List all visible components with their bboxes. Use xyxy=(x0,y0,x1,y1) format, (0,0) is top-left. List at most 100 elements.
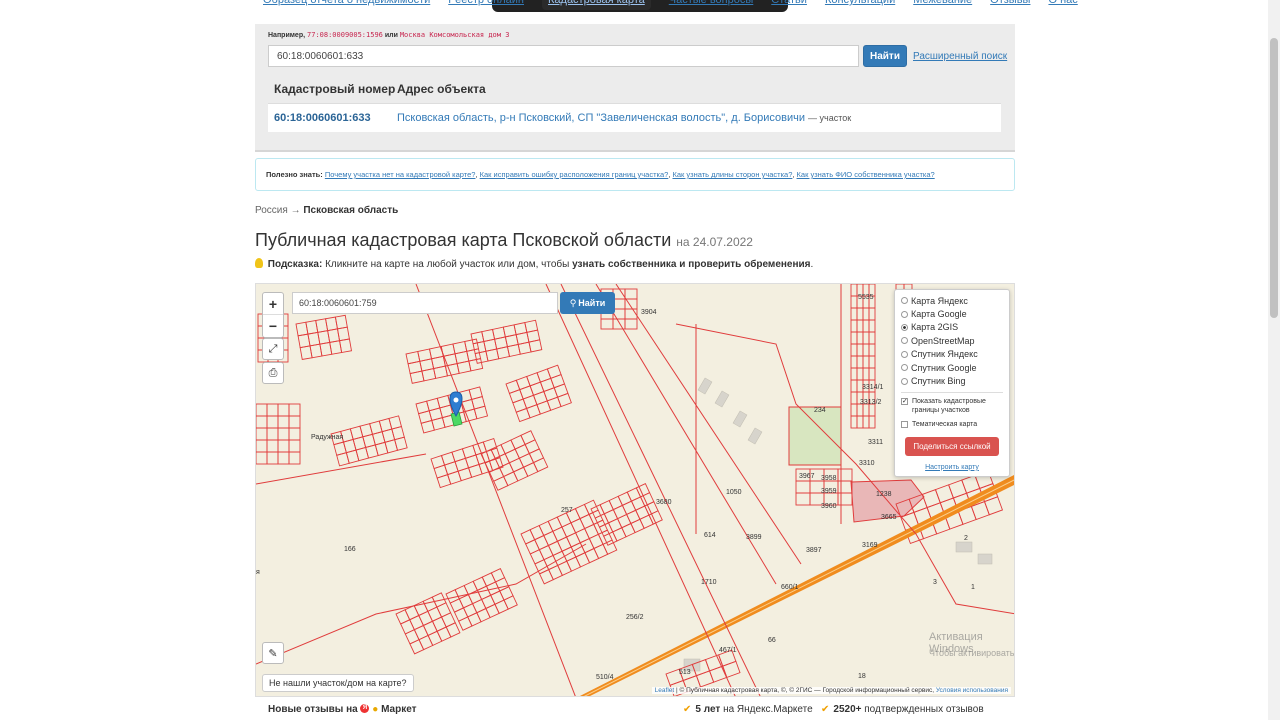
cadastral-map[interactable]: 234 1050 257 166 614 3899 256/2 66 18 1238 3310 553… xyxy=(255,283,1015,697)
zoom-in-button[interactable]: + xyxy=(263,293,283,315)
parcel xyxy=(868,415,876,429)
nav-item-surveying[interactable]: Межевание xyxy=(913,0,972,10)
parcel xyxy=(528,339,543,353)
parcel xyxy=(850,403,858,417)
terms-link[interactable]: Условия использования xyxy=(936,687,1008,694)
not-found-button[interactable]: Не нашли участок/дом на карте? xyxy=(262,674,414,692)
nav-item-articles[interactable]: Статьи xyxy=(771,0,807,10)
thematic-map-checkbox[interactable]: Тематическая карта xyxy=(901,420,1003,429)
parcel xyxy=(529,549,545,565)
ruler-button[interactable]: ✎ xyxy=(262,642,284,664)
parcel xyxy=(538,569,554,585)
scrollbar-thumb[interactable] xyxy=(1270,38,1278,318)
parcel xyxy=(404,629,420,645)
reviews-market: Маркет xyxy=(381,703,417,715)
parcel xyxy=(630,496,646,511)
parcel xyxy=(862,355,870,369)
layer-option-yandex[interactable]: Карта Яндекс xyxy=(901,294,1003,307)
parcel xyxy=(256,439,268,453)
print-button[interactable]: ⎙ xyxy=(262,362,284,384)
parcel xyxy=(635,505,650,520)
parcel xyxy=(266,415,279,429)
parcel xyxy=(514,443,530,459)
layer-option-yandex-sat[interactable]: Спутник Яндекс xyxy=(901,348,1003,361)
parcel xyxy=(856,331,864,345)
configure-map-link[interactable]: Настроить карту xyxy=(901,464,1003,471)
nav-item-faq[interactable]: Частые вопросы xyxy=(669,0,754,10)
useful-link-side-lengths[interactable]: Как узнать длины сторон участка? xyxy=(673,170,793,179)
parcel xyxy=(597,529,613,545)
nav-item-report-sample[interactable]: Образец отчета о недвижимости xyxy=(263,0,430,10)
parcel xyxy=(868,355,876,369)
breadcrumb: Россия → Псковская область xyxy=(255,205,398,216)
parcel xyxy=(462,603,478,618)
search-button[interactable]: Найти xyxy=(863,45,907,67)
parcel xyxy=(508,389,524,404)
useful-link-missing[interactable]: Почему участка нет на кадастровой карте? xyxy=(325,170,476,179)
fullscreen-button[interactable]: ⤢ xyxy=(262,338,284,360)
result-number-link[interactable]: 60:18:0060601:633 xyxy=(268,112,397,124)
parcel xyxy=(547,540,563,557)
parcel xyxy=(467,612,482,627)
parcel xyxy=(566,556,582,572)
layer-option-bing-sat[interactable]: Спутник Bing xyxy=(901,374,1003,387)
nav-item-reviews[interactable]: Отзывы xyxy=(990,0,1030,10)
useful-link-fix-error[interactable]: Как исправить ошибку расположения границ… xyxy=(480,170,669,179)
map-search-input[interactable] xyxy=(292,292,558,314)
layer-option-2gis[interactable]: Карта 2GIS xyxy=(901,321,1003,334)
breadcrumb-current: Псковская область xyxy=(303,205,399,216)
parcel xyxy=(862,415,870,429)
table-row[interactable]: 60:18:0060601:633 Псковская область, р-н… xyxy=(268,103,1001,132)
parcel xyxy=(532,457,549,473)
parcel xyxy=(621,522,636,538)
nav-item-registry[interactable]: Реестр онлайн xyxy=(448,0,524,10)
nav-item-consultations[interactable]: Консультации xyxy=(825,0,895,10)
useful-link-owner[interactable]: Как узнать ФИО собственника участка? xyxy=(797,170,935,179)
search-input[interactable] xyxy=(268,45,859,67)
leaflet-link[interactable]: Leaflet xyxy=(655,687,675,694)
parcel xyxy=(565,532,581,548)
parcel xyxy=(850,367,858,381)
layer-option-google-sat[interactable]: Спутник Google xyxy=(901,361,1003,374)
parcel xyxy=(539,377,555,393)
reviews-stat-count: ✔ 2520+ подтвержденных отзывов xyxy=(821,704,984,715)
parcel xyxy=(431,616,447,632)
parcel xyxy=(583,499,599,515)
layer-option-google[interactable]: Карта Google xyxy=(901,307,1003,320)
parcel xyxy=(553,383,569,398)
result-address-link[interactable]: Псковская область, р-н Псковский, СП "За… xyxy=(397,112,805,124)
parcel xyxy=(548,564,563,581)
useful-info-box: Полезно знать: Почему участка нет на кад… xyxy=(255,158,1015,191)
parcel xyxy=(550,374,566,389)
parcel xyxy=(422,620,438,637)
parcel xyxy=(607,518,623,533)
parcel xyxy=(266,427,279,441)
parcel xyxy=(837,492,853,506)
zoom-out-button[interactable]: − xyxy=(263,315,283,337)
nav-item-cadastral-map[interactable]: Кадастровая карта xyxy=(542,0,651,10)
parcel xyxy=(256,403,268,417)
parcel xyxy=(868,307,876,321)
show-borders-checkbox[interactable]: ✓ Показать кадастровые границы участков xyxy=(901,397,1003,415)
parcel xyxy=(617,491,633,506)
parcel-block xyxy=(405,338,484,384)
zoom-controls: + − xyxy=(262,292,284,338)
stat2-rest: подтвержденных отзывов xyxy=(864,703,984,715)
parcel xyxy=(427,630,443,647)
parcel xyxy=(522,461,539,477)
layer-option-osm[interactable]: OpenStreetMap xyxy=(901,334,1003,347)
nav-item-about[interactable]: О нас xyxy=(1048,0,1077,10)
top-nav: Образец отчета о недвижимости Реестр онл… xyxy=(263,0,1078,10)
map-search-button[interactable]: ⚲ Найти xyxy=(560,292,615,314)
layer-label: Спутник Bing xyxy=(911,376,966,387)
parcel xyxy=(481,594,496,610)
advanced-search-link[interactable]: Расширенный поиск xyxy=(913,51,1007,62)
page-scrollbar[interactable] xyxy=(1268,0,1280,720)
parcel xyxy=(336,326,350,342)
radio-icon xyxy=(901,337,908,345)
parcel xyxy=(862,331,870,345)
checkbox-icon xyxy=(901,420,908,428)
parcel xyxy=(481,572,497,587)
share-link-button[interactable]: Поделиться ссылкой xyxy=(905,436,999,456)
breadcrumb-root[interactable]: Россия xyxy=(255,205,288,216)
